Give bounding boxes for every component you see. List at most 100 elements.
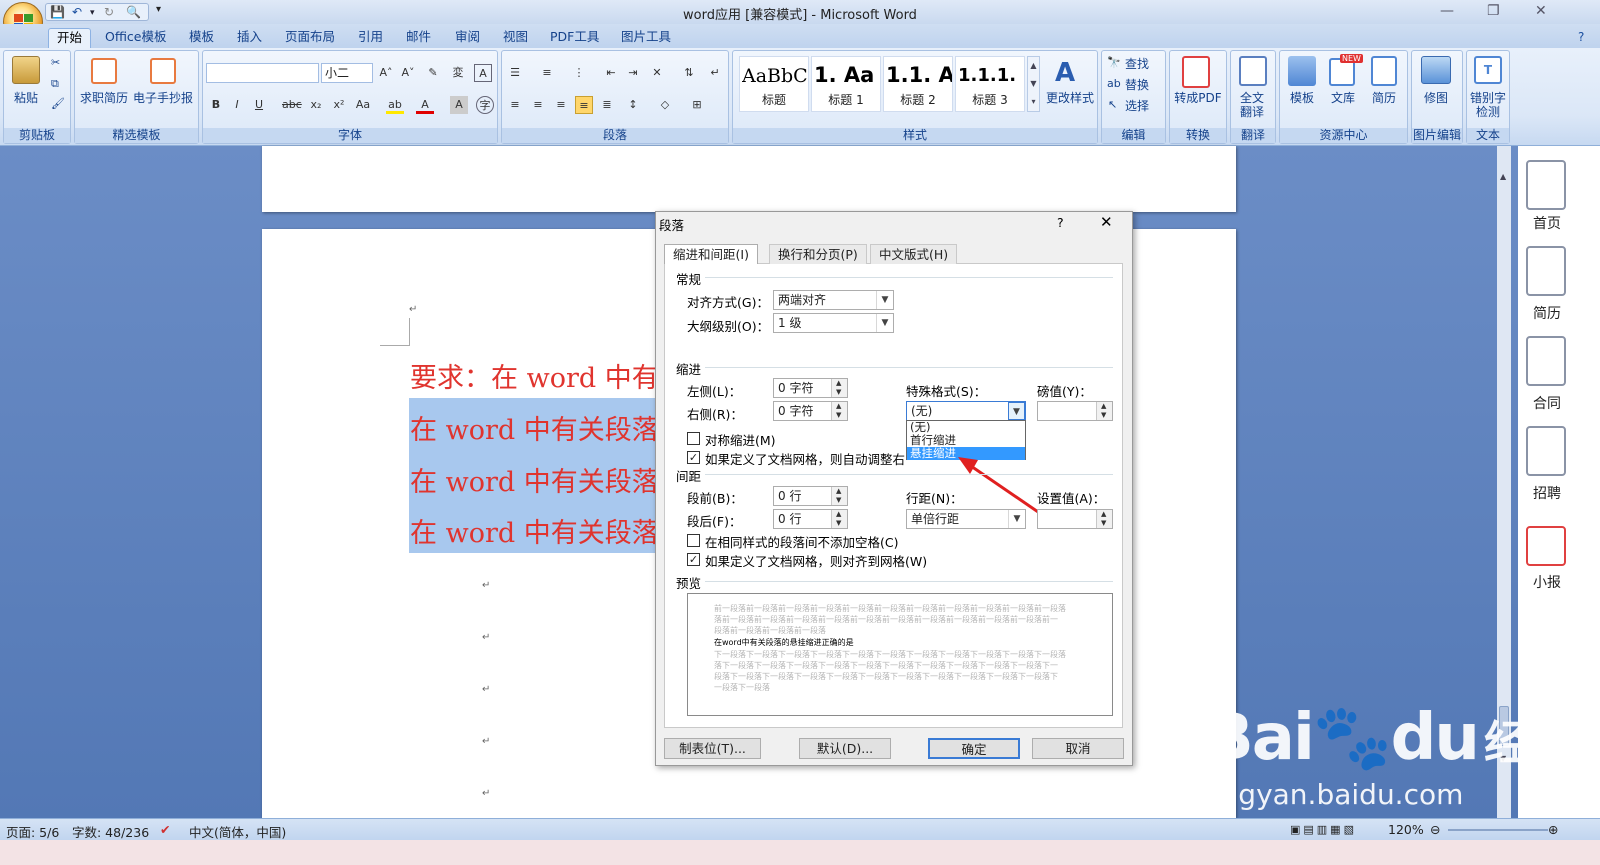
template-icon[interactable] — [1288, 56, 1316, 86]
copy-icon[interactable]: ⧉ — [51, 77, 59, 91]
typo-check-button[interactable]: 错别字检测 — [1467, 91, 1509, 119]
page-count[interactable]: 页面: 5/6 — [6, 822, 59, 841]
replace-icon[interactable]: ab — [1107, 77, 1121, 90]
numbering-icon[interactable]: ≡ — [538, 64, 556, 82]
font-size-combo[interactable]: 小二 — [321, 63, 373, 83]
spin-down-icon[interactable]: ▼ — [1101, 520, 1106, 527]
zoom-in-icon[interactable]: ⊕ — [1548, 822, 1558, 837]
home-icon[interactable] — [1526, 160, 1566, 210]
borders-icon[interactable]: ⊞ — [688, 96, 706, 114]
decrease-indent-icon[interactable]: ⇤ — [602, 64, 620, 82]
spinner-buttons[interactable]: ▲ ▼ — [831, 510, 847, 528]
align-right-icon[interactable]: ≡ — [552, 96, 570, 114]
show-marks-icon[interactable]: ↵ — [706, 64, 724, 82]
side-item-resume[interactable]: 简历 — [1522, 303, 1572, 323]
format-painter-icon[interactable]: 🖌 — [51, 97, 65, 110]
customize-qat-icon[interactable]: ▾ — [156, 4, 161, 15]
spin-up-icon[interactable]: ▲ — [836, 488, 841, 495]
paste-icon[interactable] — [12, 56, 40, 84]
italic-icon[interactable]: I — [228, 96, 246, 114]
tabs-button[interactable]: 制表位(T)... — [664, 738, 761, 759]
doc-line[interactable]: 在 word 中有关段落 — [410, 460, 656, 499]
typo-check-icon[interactable]: T — [1474, 56, 1502, 84]
select-icon[interactable]: ↖ — [1108, 98, 1117, 111]
tab-references[interactable]: 引用 — [350, 28, 391, 48]
full-translate-button[interactable]: 全文翻译 — [1236, 91, 1268, 119]
resume-library-button[interactable]: 简历 — [1366, 91, 1402, 105]
justify-icon[interactable]: ≡ — [575, 96, 593, 114]
spinner-buttons[interactable]: ▲ ▼ — [1096, 510, 1112, 528]
align-center-icon[interactable]: ≡ — [529, 96, 547, 114]
template-button[interactable]: 模板 — [1284, 91, 1320, 105]
cut-icon[interactable]: ✂ — [51, 56, 60, 69]
by-spinner[interactable]: ▲ ▼ — [1037, 401, 1113, 421]
line-spacing-icon[interactable]: ↕ — [624, 96, 642, 114]
undo-dropdown-icon[interactable]: ▾ — [90, 8, 95, 18]
help-icon[interactable]: ? — [1578, 30, 1584, 44]
view-buttons[interactable]: ▣▤▥▦▧ — [1290, 823, 1357, 836]
tabloid-icon[interactable] — [150, 58, 176, 84]
font-name-combo[interactable] — [206, 63, 319, 83]
library-button[interactable]: 文库 — [1325, 91, 1361, 105]
minimize-icon[interactable]: — — [1440, 3, 1454, 19]
clear-format-icon[interactable]: ✎ — [424, 64, 442, 82]
find-icon[interactable]: 🔭 — [1107, 56, 1121, 69]
replace-button[interactable]: 替换 — [1125, 76, 1149, 93]
spinner-buttons[interactable]: ▲ ▼ — [831, 402, 847, 420]
retouch-icon[interactable] — [1421, 56, 1451, 84]
style-heading-3[interactable]: 1.1.1. 标题 3 — [955, 56, 1025, 112]
phonetic-guide-icon[interactable]: 変 — [449, 64, 467, 82]
tab-pdf-tools[interactable]: PDF工具 — [542, 28, 607, 48]
tabloid-doc-icon[interactable] — [1526, 526, 1566, 566]
tab-office-templates[interactable]: Office模板 — [97, 28, 175, 48]
strikethrough-icon[interactable]: abc — [282, 96, 302, 114]
translate-icon[interactable] — [1239, 56, 1267, 86]
language[interactable]: 中文(简体，中国) — [189, 822, 286, 841]
tab-home[interactable]: 开始 — [48, 28, 92, 48]
mirror-indent-checkbox[interactable] — [687, 432, 700, 445]
zoom-slider[interactable] — [1448, 829, 1548, 831]
right-indent-spinner[interactable]: 0 字符 ▲ ▼ — [773, 401, 848, 421]
spin-down-icon[interactable]: ▼ — [1101, 412, 1106, 419]
enclose-char-icon[interactable]: 字 — [476, 96, 494, 114]
tab-templates[interactable]: 模板 — [181, 28, 222, 48]
bullets-icon[interactable]: ☰ — [506, 64, 524, 82]
tab-view[interactable]: 视图 — [495, 28, 536, 48]
space-after-spinner[interactable]: 0 行 ▲ ▼ — [773, 509, 848, 529]
change-case-icon[interactable]: Aa — [354, 96, 372, 114]
bold-icon[interactable]: B — [207, 96, 225, 114]
side-item-tabloid[interactable]: 小报 — [1522, 572, 1572, 592]
outline-level-select[interactable]: 1 级 ▼ — [773, 313, 894, 333]
spin-up-icon[interactable]: ▲ — [836, 511, 841, 518]
at-spinner[interactable]: ▲ ▼ — [1037, 509, 1113, 529]
grow-font-icon[interactable]: A˄ — [377, 64, 395, 82]
distributed-icon[interactable]: ≣ — [598, 96, 616, 114]
sort-icon[interactable]: ⇅ — [680, 64, 698, 82]
tab-insert[interactable]: 插入 — [229, 28, 270, 48]
doc-heading[interactable]: 要求：在 word 中有 — [410, 356, 656, 395]
spin-down-icon[interactable]: ▼ — [836, 497, 841, 504]
contract-icon[interactable] — [1526, 336, 1566, 386]
spin-up-icon[interactable]: ▲ — [1101, 403, 1106, 410]
style-heading-1[interactable]: 1. Aa 标题 1 — [811, 56, 881, 112]
resume-doc-icon[interactable] — [1526, 246, 1566, 296]
spin-up-icon[interactable]: ▲ — [836, 380, 841, 387]
space-before-spinner[interactable]: 0 行 ▲ ▼ — [773, 486, 848, 506]
multilevel-list-icon[interactable]: ⋮ — [570, 64, 588, 82]
special-format-select[interactable]: (无) ▼ — [906, 401, 1026, 421]
zoom-out-icon[interactable]: ⊖ — [1430, 822, 1440, 837]
font-color-icon[interactable]: A — [416, 96, 434, 114]
shading-icon[interactable]: ◇ — [656, 96, 674, 114]
spinner-buttons[interactable]: ▲ ▼ — [831, 379, 847, 397]
char-shading-icon[interactable]: A — [450, 96, 468, 114]
style-title[interactable]: AaBbC 标题 — [739, 56, 809, 112]
to-pdf-button[interactable]: 转成PDF — [1170, 91, 1226, 105]
tab-image-tools[interactable]: 图片工具 — [613, 28, 679, 48]
print-preview-icon[interactable]: 🔍 — [126, 5, 141, 19]
dialog-help-button[interactable]: ? — [1057, 215, 1064, 230]
no-space-checkbox[interactable] — [687, 534, 700, 547]
tabloid-button[interactable]: 电子手抄报 — [131, 91, 195, 105]
redo-icon[interactable]: ↻ — [104, 5, 114, 19]
side-item-contract[interactable]: 合同 — [1522, 393, 1572, 413]
superscript-icon[interactable]: x² — [330, 96, 348, 114]
